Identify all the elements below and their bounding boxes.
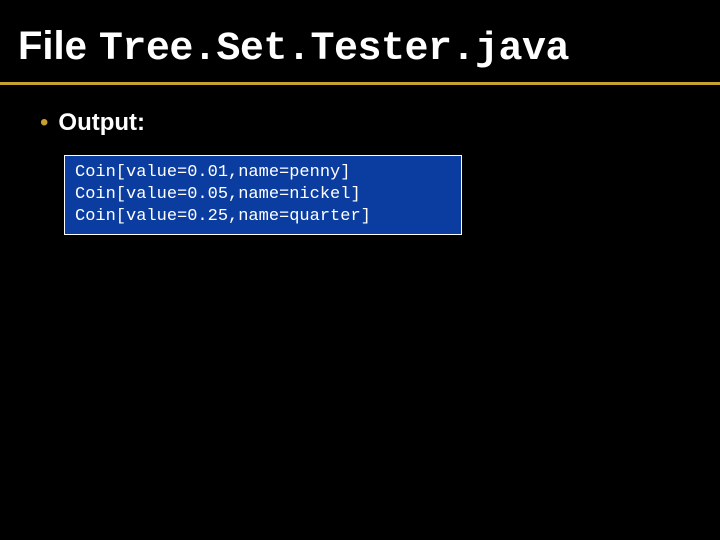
output-line: Coin[value=0.05,name=nickel] — [75, 184, 451, 206]
output-line: Coin[value=0.25,name=quarter] — [75, 206, 451, 228]
title-filename: Tree.Set.Tester.java — [99, 27, 569, 72]
slide-body: • Output: Coin[value=0.01,name=penny] Co… — [0, 85, 720, 235]
output-box: Coin[value=0.01,name=penny] Coin[value=0… — [64, 155, 462, 235]
title-prefix: File — [18, 24, 87, 69]
slide: File Tree.Set.Tester.java • Output: Coin… — [0, 0, 720, 540]
bullet-item: • Output: — [40, 109, 680, 137]
output-line: Coin[value=0.01,name=penny] — [75, 162, 451, 184]
slide-title: File Tree.Set.Tester.java — [18, 24, 702, 72]
bullet-marker: • — [40, 109, 48, 137]
bullet-label: Output: — [58, 109, 145, 137]
title-area: File Tree.Set.Tester.java — [0, 0, 720, 85]
